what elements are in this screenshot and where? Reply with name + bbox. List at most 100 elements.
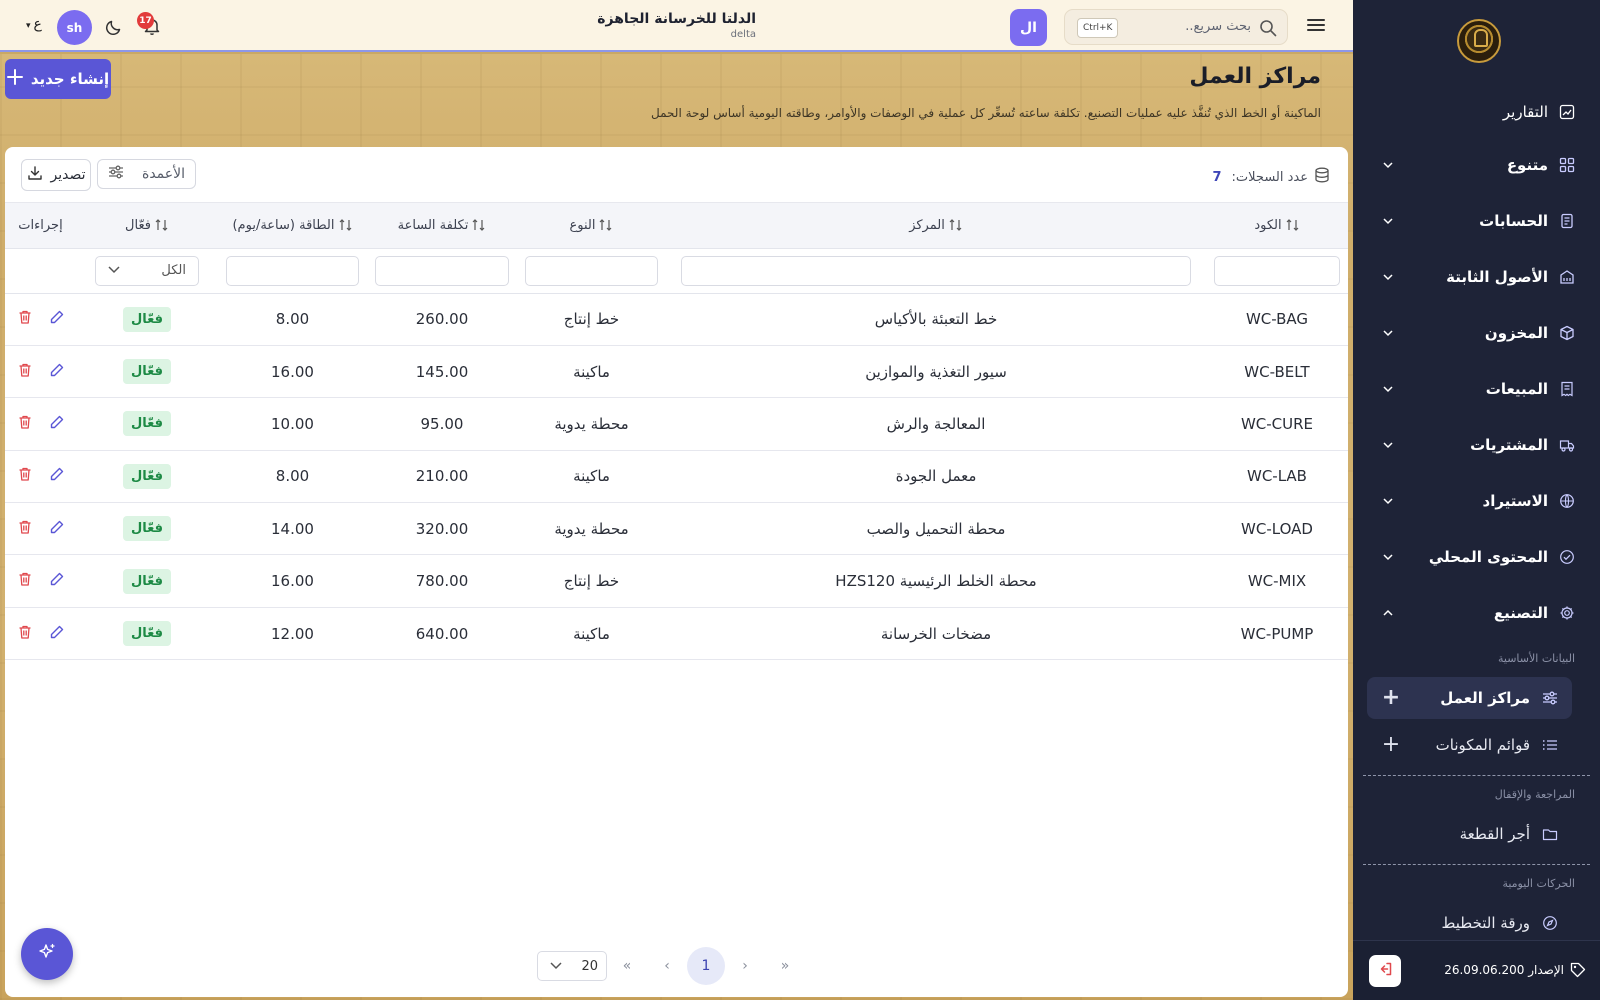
table-row[interactable]: WC-PUMP مضخات الخرسانة ماكينة 640.00 12.00 فع… <box>5 607 1348 661</box>
table-row[interactable]: WC-BELT سيور التغذية والموازين ماكينة 145.0… <box>5 345 1348 399</box>
create-new-button[interactable]: إنشاء جديد <box>5 59 111 99</box>
org-avatar[interactable]: ال <box>1010 9 1047 46</box>
receipt-icon <box>1558 380 1576 398</box>
cell-actions <box>5 397 76 451</box>
sidebar-item-work-centers[interactable]: مراكز العمل + <box>1367 677 1572 719</box>
last-page-button[interactable]: « <box>607 949 647 983</box>
edit-icon[interactable] <box>49 414 65 430</box>
filter-active-select[interactable]: الكل <box>95 255 199 286</box>
edit-icon[interactable] <box>49 309 65 325</box>
group-label-daily: الحركات اليومية <box>1502 877 1575 890</box>
columns-label: الأعمدة <box>142 166 186 182</box>
current-page[interactable]: 1 <box>687 947 725 985</box>
cell-center: خط التعبئة بالأكياس <box>666 293 1206 346</box>
table-row[interactable]: WC-BAG خط التعبئة بالأكياس خط إنتاج 260.00 8… <box>5 293 1348 346</box>
sidebar-item-inventory[interactable]: المخزون <box>1353 313 1600 353</box>
table-row[interactable]: WC-CURE المعالجة والرش محطة يدوية 95.00 10.0… <box>5 397 1348 451</box>
sidebar-item-misc[interactable]: متنوع <box>1353 145 1600 185</box>
filter-hour-cost-input[interactable] <box>375 255 509 286</box>
chevron-down-icon <box>550 959 562 974</box>
sidebar-item-planning-sheet[interactable]: ورقة التخطيط <box>1367 902 1572 944</box>
sliders-icon <box>108 165 124 183</box>
export-label: تصدير <box>50 167 86 183</box>
sidebar-item-piece-wage[interactable]: أجر القطعة <box>1367 813 1572 855</box>
cell-center: محطة التحميل والصب <box>666 502 1206 556</box>
sidebar-item-accounts[interactable]: الحسابات <box>1353 201 1600 241</box>
trash-icon[interactable] <box>17 309 33 325</box>
pagination: 20 « ‹ 1 › » <box>537 947 805 985</box>
sidebar-item-purchases[interactable]: المشتريات <box>1353 425 1600 465</box>
cell-actions <box>5 293 76 346</box>
cell-center: معمل الجودة <box>666 450 1206 504</box>
sidebar-item-sales[interactable]: المبيعات <box>1353 369 1600 409</box>
chevron-down-icon <box>1381 438 1395 452</box>
cell-type: ماكينة <box>517 450 666 504</box>
trash-icon[interactable] <box>17 519 33 535</box>
add-bom-icon[interactable]: + <box>1381 734 1401 756</box>
trash-icon[interactable] <box>17 624 33 640</box>
col-header-type[interactable]: النوع <box>517 203 666 249</box>
cell-hour-cost: 145.00 <box>367 345 517 399</box>
grid-icon <box>1558 156 1576 174</box>
ai-assistant-button[interactable] <box>21 928 73 980</box>
sidebar-item-import[interactable]: الاستيراد <box>1353 481 1600 521</box>
list-icon <box>1542 737 1558 753</box>
prev-page-button[interactable]: › <box>725 949 765 983</box>
menu-icon[interactable] <box>1307 17 1325 33</box>
table-row[interactable]: WC-MIX محطة الخلط الرئيسية HZS120 خط إنتاج… <box>5 554 1348 608</box>
cell-type: محطة يدوية <box>517 502 666 556</box>
logout-button[interactable] <box>1369 955 1401 987</box>
col-header-active[interactable]: فعّال <box>76 203 218 249</box>
status-badge: فعّال <box>122 568 171 594</box>
sidebar-item-local-content[interactable]: المحتوى المحلي <box>1353 537 1600 577</box>
trash-icon[interactable] <box>17 466 33 482</box>
quick-search[interactable]: بحث سريع.. Ctrl+K <box>1064 9 1288 45</box>
edit-icon[interactable] <box>49 624 65 640</box>
col-header-hour-cost[interactable]: تكلفة الساعة <box>367 203 517 249</box>
version-info: الإصدار 26.09.06.200 <box>1444 963 1564 977</box>
filter-capacity-input[interactable] <box>226 255 359 286</box>
sidebar-item-reports[interactable]: التقارير <box>1353 92 1600 132</box>
status-badge: فعّال <box>122 411 171 437</box>
user-avatar[interactable]: sh <box>57 10 92 45</box>
language-switcher[interactable]: ▾ ع <box>26 16 42 32</box>
group-label-review: المراجعة والإقفال <box>1494 788 1575 801</box>
trash-icon[interactable] <box>17 362 33 378</box>
table-row[interactable]: WC-LOAD محطة التحميل والصب محطة يدوية 320.0… <box>5 502 1348 556</box>
trash-icon[interactable] <box>17 571 33 587</box>
sidebar-item-bom[interactable]: قوائم المكونات + <box>1367 724 1572 766</box>
filter-center-input[interactable] <box>681 255 1191 286</box>
chart-icon <box>1558 103 1576 121</box>
cell-hour-cost: 95.00 <box>367 397 517 451</box>
cell-code: WC-CURE <box>1206 397 1348 451</box>
edit-icon[interactable] <box>49 519 65 535</box>
moon-icon[interactable] <box>104 17 124 37</box>
col-header-capacity[interactable]: الطاقة (ساعة/يوم) <box>218 203 367 249</box>
export-button[interactable]: تصدير <box>21 159 91 191</box>
next-page-button[interactable]: ‹ <box>647 949 687 983</box>
gear-icon <box>1558 604 1576 622</box>
filter-type-input[interactable] <box>525 255 658 286</box>
edit-icon[interactable] <box>49 571 65 587</box>
language-label: ع <box>33 16 42 32</box>
filter-code-input[interactable] <box>1214 255 1340 286</box>
edit-icon[interactable] <box>49 362 65 378</box>
sidebar-item-fixed-assets[interactable]: الأصول الثابتة <box>1353 257 1600 297</box>
cell-actions <box>5 450 76 504</box>
chevron-right-icon: › <box>742 958 748 974</box>
filter-active-value: الكل <box>161 263 186 278</box>
page-size-select[interactable]: 20 <box>537 951 607 981</box>
card-toolbar: عدد السجلات: 7 الأعمدة تصدير <box>5 147 1348 203</box>
col-header-code[interactable]: الكود <box>1206 203 1348 249</box>
table-row[interactable]: WC-LAB معمل الجودة ماكينة 210.00 8.00 فعّال <box>5 450 1348 504</box>
cell-code: WC-LOAD <box>1206 502 1348 556</box>
columns-button[interactable]: الأعمدة <box>97 159 196 189</box>
col-header-center[interactable]: المركز <box>666 203 1206 249</box>
cell-status: فعّال <box>76 345 218 399</box>
trash-icon[interactable] <box>17 414 33 430</box>
chevron-down-icon <box>108 263 120 278</box>
add-work-center-icon[interactable]: + <box>1381 687 1401 709</box>
edit-icon[interactable] <box>49 466 65 482</box>
sidebar-item-manufacturing[interactable]: التصنيع <box>1353 593 1600 633</box>
first-page-button[interactable]: » <box>765 949 805 983</box>
